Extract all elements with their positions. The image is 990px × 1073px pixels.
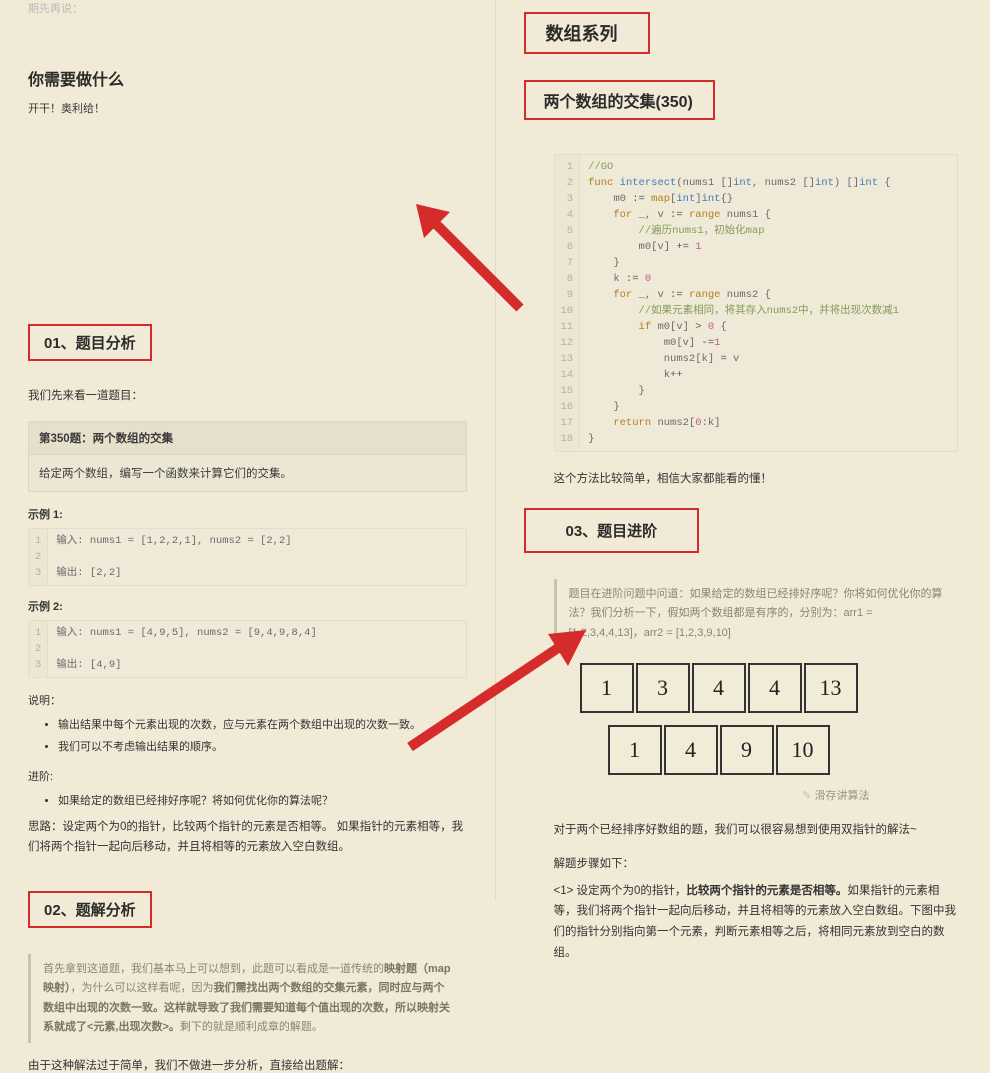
array-cell: 13 <box>804 663 858 713</box>
sorted-paragraph: 对于两个已经排序好数组的题，我们可以很容易想到使用双指针的解法~ <box>554 821 963 837</box>
pre-title: 期先再说： <box>28 0 467 16</box>
array-cell: 4 <box>692 663 746 713</box>
heading-section-01: 01、题目分析 <box>28 324 152 361</box>
go-code-block: 123456789101112131415161718 //GOfunc int… <box>554 154 959 452</box>
lead-01: 我们先来看一道题目： <box>28 387 467 403</box>
after-code-text: 这个方法比较简单，相信大家都能看的懂！ <box>554 470 963 486</box>
problem-body: 给定两个数组，编写一个函数来计算它们的交集。 <box>29 455 466 491</box>
explain-list: 输出结果中每个元素出现的次数，应与元素在两个数组中出现的次数一致。我们可以不考虑… <box>58 716 467 754</box>
heading-section-02: 02、题解分析 <box>28 891 152 928</box>
arrays-caption: 滑存讲算法 <box>580 787 870 803</box>
steps-heading: 解题步骤如下： <box>554 855 963 871</box>
left-column: 期先再说： 你需要做什么 开干！奥利给！ 01、题目分析 我们先来看一道题目： … <box>0 0 496 899</box>
problem-box: 第350题：两个数组的交集 给定两个数组，编写一个函数来计算它们的交集。 <box>28 421 467 492</box>
array-cell: 4 <box>664 725 718 775</box>
array-cell: 1 <box>580 663 634 713</box>
array-cell: 10 <box>776 725 830 775</box>
arrays-illustration: 134413 14910 滑存讲算法 <box>580 663 880 803</box>
example2-label: 示例 2: <box>28 598 467 614</box>
array-cell: 9 <box>720 725 774 775</box>
example2-code: 123 输入: nums1 = [4,9,5], nums2 = [9,4,9,… <box>28 620 467 678</box>
heading-what-todo: 你需要做什么 <box>28 66 467 90</box>
heading-series: 数组系列 <box>524 12 650 54</box>
array-cell: 4 <box>748 663 802 713</box>
list-item: 输出结果中每个元素出现的次数，应与元素在两个数组中出现的次数一致。 <box>58 716 467 732</box>
quote-02: 首先拿到这道题，我们基本马上可以想到，此题可以看成是一道传统的映射题（map映射… <box>28 954 467 1043</box>
array-cell: 3 <box>636 663 690 713</box>
right-column: 数组系列 两个数组的交集(350) 1234567891011121314151… <box>496 0 990 899</box>
quote-03: 题目在进阶问题中问道：如果给定的数组已经排好序呢？你将如何优化你的算法？我们分析… <box>554 579 963 649</box>
idea-text: 思路：设定两个为0的指针，比较两个指针的元素是否相等。 如果指针的元素相等，我们… <box>28 818 467 857</box>
example1-label: 示例 1: <box>28 506 467 522</box>
list-item: 我们可以不考虑输出结果的顺序。 <box>58 738 467 754</box>
explain-heading: 说明： <box>28 692 467 708</box>
after-quote-02: 由于这种解法过于简单，我们不做进一步分析，直接给出题解： <box>28 1057 467 1073</box>
step-1: <1> 设定两个为0的指针，比较两个指针的元素是否相等。如果指针的元素相等，我们… <box>554 881 963 964</box>
heading-topic: 两个数组的交集(350) <box>524 80 715 120</box>
advance-list: 如果给定的数组已经排好序呢？将如何优化你的算法呢？ <box>58 792 467 808</box>
example1-code: 123 输入: nums1 = [1,2,2,1], nums2 = [2,2]… <box>28 528 467 586</box>
advance-heading: 进阶: <box>28 768 467 784</box>
go-text: 开干！奥利给！ <box>28 100 467 116</box>
array-cell: 1 <box>608 725 662 775</box>
problem-head: 第350题：两个数组的交集 <box>29 422 466 455</box>
heading-section-03: 03、题目进阶 <box>524 508 700 553</box>
list-item: 如果给定的数组已经排好序呢？将如何优化你的算法呢？ <box>58 792 467 808</box>
